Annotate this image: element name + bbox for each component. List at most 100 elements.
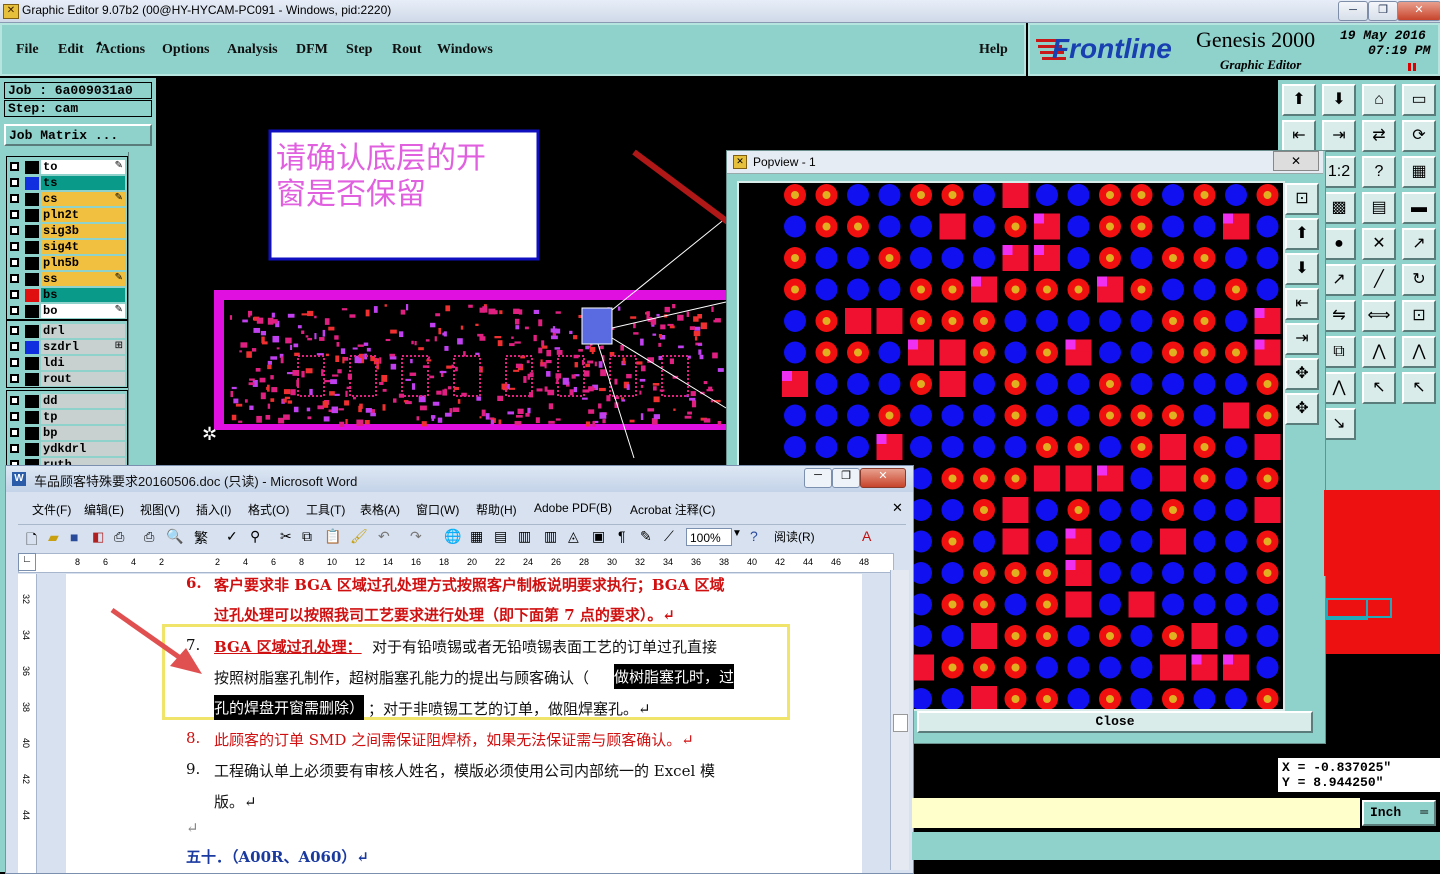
layer-checkbox[interactable] (10, 326, 19, 335)
layer-name[interactable]: bo (41, 304, 125, 318)
layer-checkbox[interactable] (10, 444, 19, 453)
layer-checkbox[interactable] (10, 162, 19, 171)
layer-name[interactable]: pln5b (41, 256, 125, 270)
arc-b-icon[interactable]: ⋀ (1322, 372, 1356, 404)
split-icon[interactable]: ⇋ (1322, 300, 1356, 332)
next-icon[interactable]: ⇥ (1322, 120, 1356, 152)
grid-icon[interactable]: ▦ (1402, 156, 1436, 188)
layer-name[interactable]: rout (41, 372, 125, 386)
snap-icon[interactable]: ▤ (1362, 192, 1396, 224)
layer-color-swatch[interactable] (25, 395, 39, 408)
pointer2-icon[interactable]: ↖ (1402, 372, 1436, 404)
undo-icon[interactable]: ↶ (378, 528, 390, 545)
drawing-icon[interactable]: ◬ (568, 528, 579, 545)
layer-name[interactable]: ts (41, 176, 125, 190)
menu-rout[interactable]: Rout (392, 42, 422, 58)
layer-color-swatch[interactable] (25, 209, 39, 222)
home-icon[interactable]: ⬆ (1282, 84, 1316, 116)
layer-checkbox[interactable] (10, 210, 19, 219)
horizontal-ruler[interactable]: 8 6 4 2 2 4 6 8 10 12 14 16 18 20 22 24 26 28 30 32 34 36 38 40… (18, 553, 894, 573)
layer-name[interactable]: tp (41, 410, 125, 424)
word-menu-3[interactable]: 插入(I) (196, 501, 231, 518)
ink-icon[interactable]: ✎ (640, 528, 652, 545)
layer-color-swatch[interactable] (25, 289, 39, 302)
layer-name[interactable]: bs (41, 288, 125, 302)
layer-row-bp[interactable]: bp (7, 426, 125, 441)
layer-checkbox[interactable] (10, 290, 19, 299)
insert-icon[interactable]: ⟋ (664, 528, 674, 545)
layer-color-swatch[interactable] (25, 225, 39, 238)
menu-help[interactable]: Help (979, 42, 1008, 58)
word-doc-close-icon[interactable]: ✕ (892, 500, 903, 516)
layer-row-pln5b[interactable]: pln5b (7, 256, 125, 271)
trad-chinese-icon[interactable]: 繁 (194, 528, 208, 548)
menu-windows[interactable]: Windows (437, 42, 493, 58)
arc-up-icon[interactable]: ⋀ (1362, 336, 1396, 368)
house-icon[interactable]: ⌂ (1362, 84, 1396, 116)
layer-checkbox[interactable] (10, 178, 19, 187)
ratio-icon[interactable]: 1:2 (1322, 156, 1356, 188)
flip-icon[interactable]: ⇄ (1362, 120, 1396, 152)
layer-color-swatch[interactable] (25, 273, 39, 286)
zoom-select[interactable]: 100% (686, 528, 732, 546)
restore-icon[interactable]: ❐ (1368, 1, 1398, 21)
layer-checkbox[interactable] (10, 396, 19, 405)
layer-color-swatch[interactable] (25, 177, 39, 190)
save-icon[interactable]: ■ (70, 529, 78, 545)
units-select[interactable]: Inch ═ (1362, 800, 1436, 826)
layer-row-rout[interactable]: rout (7, 372, 125, 387)
layer-name[interactable]: dd (41, 394, 125, 408)
layer-row-bs[interactable]: bs (7, 288, 125, 303)
layer-color-swatch[interactable] (25, 411, 39, 424)
word-menu-2[interactable]: 视图(V) (140, 501, 180, 518)
word-menu-8[interactable]: 帮助(H) (476, 501, 517, 518)
word-scrollbar-thumb[interactable] (893, 714, 908, 732)
layer-color-swatch[interactable] (25, 325, 39, 338)
format-painter-icon[interactable]: 🖌 (350, 528, 368, 545)
menu-file[interactable]: File (16, 42, 39, 58)
minimize-icon[interactable]: ─ (1338, 1, 1368, 21)
layer-name[interactable]: drl (41, 324, 125, 338)
connect2-icon[interactable]: ↗ (1322, 264, 1356, 296)
word-menu-0[interactable]: 文件(F) (32, 501, 71, 518)
layer-row-to[interactable]: to ✎ (7, 160, 125, 175)
menu-analysis[interactable]: Analysis (227, 42, 278, 58)
layer-name[interactable]: szdrl (41, 340, 125, 354)
dot-icon[interactable]: ● (1322, 228, 1356, 260)
layer-checkbox[interactable] (10, 226, 19, 235)
vertical-ruler[interactable]: 32 34 36 38 40 42 44 (18, 574, 37, 873)
print-icon[interactable]: ⎙ (114, 529, 124, 545)
layer-color-swatch[interactable] (25, 257, 39, 270)
layer-row-sig3b[interactable]: sig3b (7, 224, 125, 239)
layer-color-swatch[interactable] (25, 161, 39, 174)
layers-icon[interactable]: ⧉ (1322, 336, 1356, 368)
layer-color-swatch[interactable] (25, 241, 39, 254)
hyperlink-icon[interactable]: 🌐 (444, 528, 461, 545)
pop-move-icon[interactable]: ✥ (1285, 393, 1319, 425)
layer-row-sig4t[interactable]: sig4t (7, 240, 125, 255)
popview-close-button[interactable]: Close (917, 711, 1313, 733)
pointer3-icon[interactable]: ↘ (1322, 408, 1356, 440)
word-menu-9[interactable]: Adobe PDF(B) (534, 501, 612, 515)
layer-checkbox[interactable] (10, 412, 19, 421)
window-icon[interactable]: ▭ (1402, 84, 1436, 116)
close-icon[interactable]: ✕ (1397, 1, 1440, 21)
redo-icon[interactable]: ↷ (410, 528, 422, 545)
layer-name[interactable]: ss (41, 272, 125, 286)
layer-row-drl[interactable]: drl (7, 324, 125, 339)
help-icon[interactable]: ? (1362, 156, 1396, 188)
print-preview-icon[interactable]: ⎙ (144, 529, 154, 545)
cut-icon[interactable]: ✂ (280, 528, 292, 545)
layer-name[interactable]: ldi (41, 356, 125, 370)
tab-selector-icon[interactable]: ∟ (18, 553, 36, 571)
menu-options[interactable]: Options (162, 42, 209, 58)
preview-icon[interactable]: 🔍 (166, 528, 183, 545)
layer-row-bo[interactable]: bo ✎ (7, 304, 125, 319)
layer-checkbox[interactable] (10, 306, 19, 315)
layer-color-swatch[interactable] (25, 427, 39, 440)
menu-step[interactable]: Step (346, 42, 372, 58)
open-icon[interactable]: ⬇ (1322, 84, 1356, 116)
layer-color-swatch[interactable] (25, 357, 39, 370)
paste-icon[interactable]: 📋 (324, 528, 341, 545)
copy-icon[interactable]: ⧉ (302, 528, 312, 545)
